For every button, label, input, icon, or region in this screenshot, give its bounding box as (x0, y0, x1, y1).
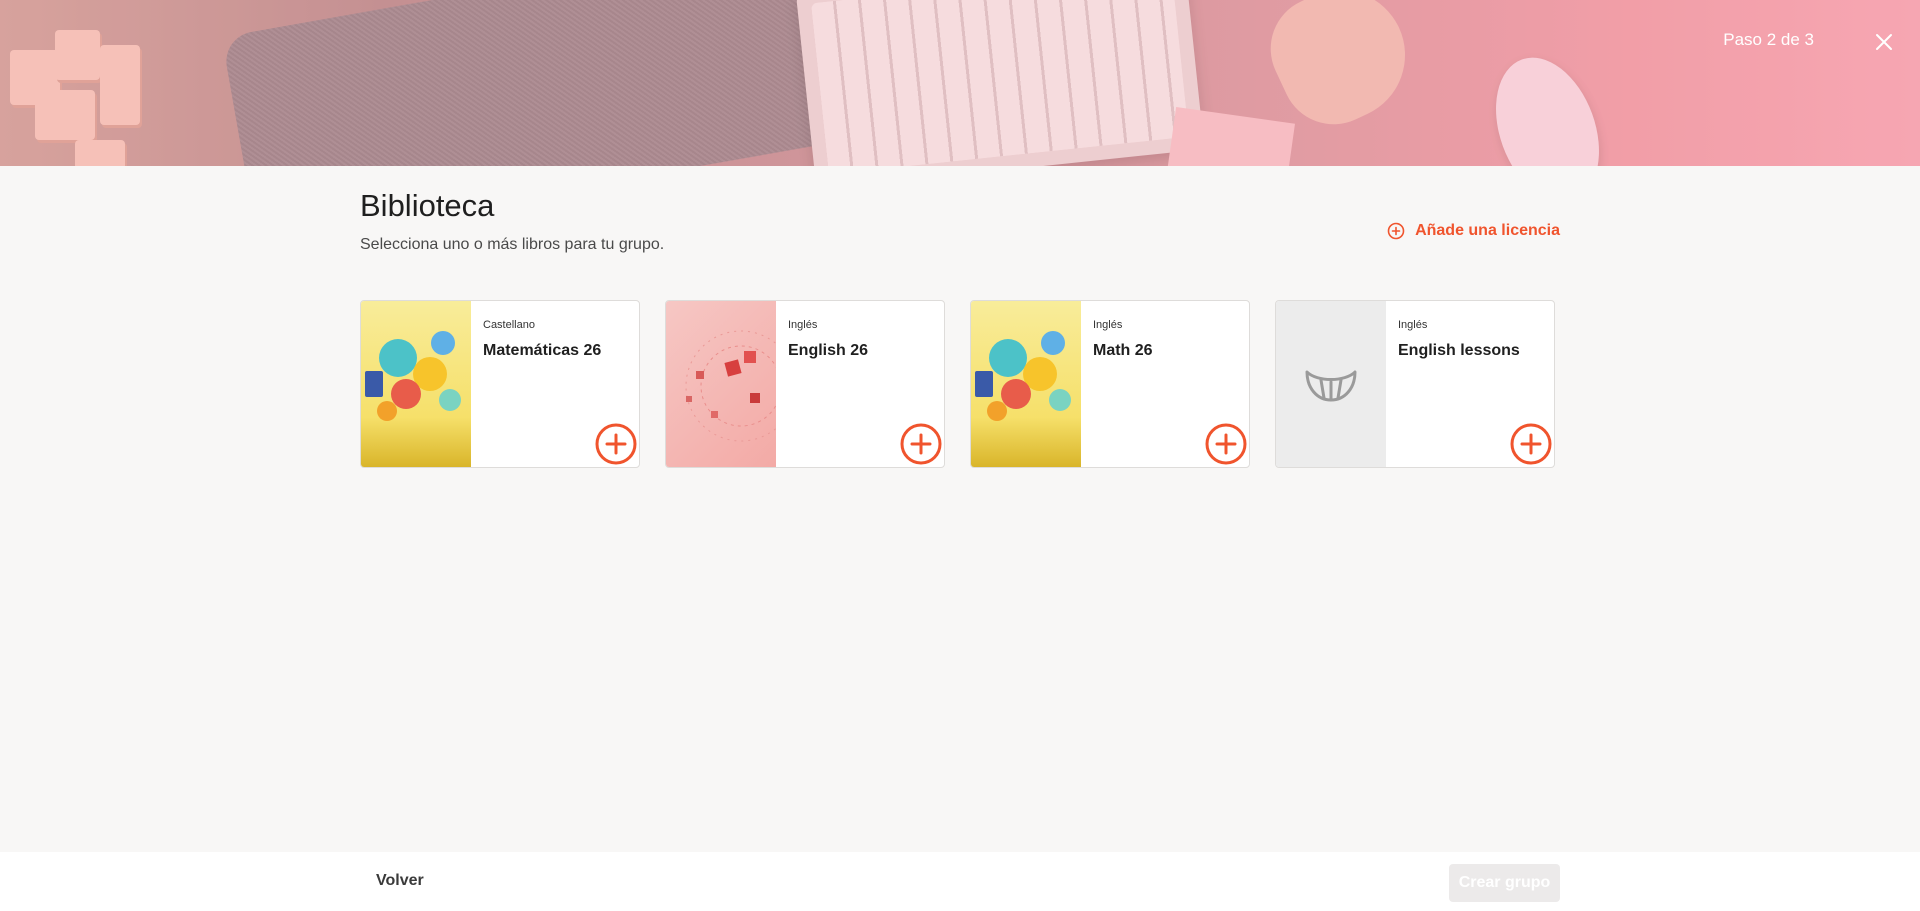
back-button[interactable]: Volver (376, 872, 424, 890)
placeholder-cover-image (1276, 301, 1386, 467)
close-button[interactable] (1870, 28, 1898, 56)
add-book-button[interactable] (595, 423, 637, 465)
page-subtitle: Selecciona uno o más libros para tu grup… (360, 236, 665, 253)
book-language: Inglés (1398, 319, 1428, 331)
close-icon (1876, 34, 1892, 50)
english-cover-image (666, 301, 776, 467)
step-indicator: Paso 2 de 3 (1723, 30, 1814, 49)
book-title: English lessons (1398, 342, 1520, 359)
book-language: Castellano (483, 319, 535, 331)
footer-bar: Volver Crear grupo (0, 852, 1920, 911)
book-card[interactable]: Inglés Math 26 (970, 300, 1250, 468)
math-cover-image (971, 301, 1081, 467)
book-language: Inglés (1093, 319, 1123, 331)
book-title: Matemáticas 26 (483, 342, 602, 359)
book-title: English 26 (788, 342, 869, 359)
add-book-button[interactable] (1510, 423, 1552, 465)
plus-circle-icon (595, 423, 637, 465)
plus-circle-icon (1387, 222, 1405, 240)
add-book-button[interactable] (900, 423, 942, 465)
book-language: Inglés (788, 319, 818, 331)
create-group-button[interactable]: Crear grupo (1449, 864, 1560, 902)
math-cover-image (361, 301, 471, 467)
add-license-link[interactable]: Añade una licencia (1387, 222, 1560, 240)
book-card[interactable]: Castellano Matemáticas 26 (360, 300, 640, 468)
add-book-button[interactable] (1205, 423, 1247, 465)
book-card[interactable]: Inglés English lessons (1275, 300, 1555, 468)
plus-circle-icon (1205, 423, 1247, 465)
header-banner: Paso 2 de 3 (0, 0, 1920, 166)
book-list: Castellano Matemáticas 26 Inglés English… (360, 300, 1555, 468)
plus-circle-icon (900, 423, 942, 465)
add-license-label: Añade una licencia (1415, 222, 1560, 239)
book-card[interactable]: Inglés English 26 (665, 300, 945, 468)
page-title: Biblioteca (360, 188, 495, 223)
plus-circle-icon (1510, 423, 1552, 465)
croissant-icon (1305, 370, 1357, 402)
book-title: Math 26 (1093, 342, 1153, 359)
